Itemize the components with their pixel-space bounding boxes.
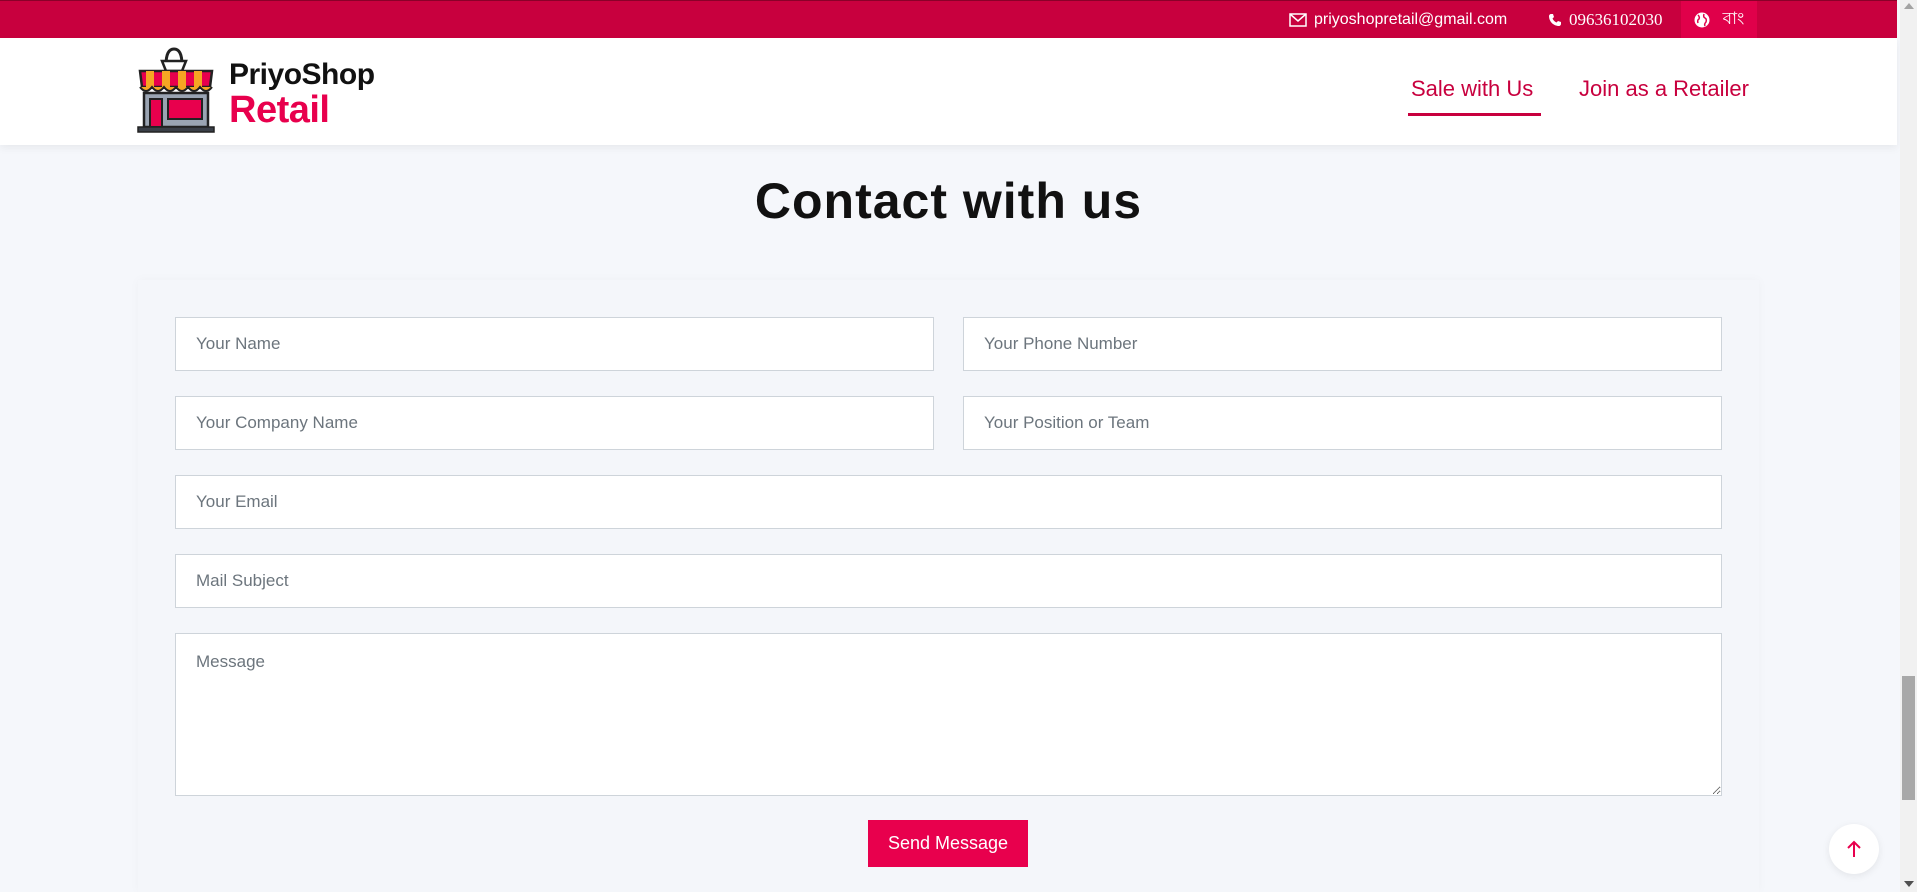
site-logo[interactable]: PriyoShop Retail [136, 43, 376, 135]
language-label[interactable]: বাং [1723, 6, 1745, 34]
envelope-icon [1289, 12, 1307, 27]
send-message-button[interactable]: Send Message [868, 820, 1028, 867]
language-toggle[interactable]: বাং [1681, 1, 1757, 38]
scroll-up-arrow-icon[interactable] [1904, 3, 1914, 9]
logo-text-secondary: Retail [229, 89, 330, 131]
arrow-up-icon [1847, 840, 1861, 857]
email-input[interactable] [175, 475, 1722, 529]
phone-input[interactable] [963, 317, 1722, 371]
position-input[interactable] [963, 396, 1722, 450]
top-bar: priyoshopretail@gmail.com 09636102030 বা… [0, 0, 1897, 38]
nav-sale-with-us[interactable]: Sale with Us [1411, 76, 1533, 102]
nav-active-indicator [1408, 113, 1541, 116]
shop-logo-icon [137, 47, 215, 133]
topbar-phone[interactable]: 09636102030 [1548, 1, 1663, 38]
site-header: PriyoShop Retail Sale with Us Join as a … [0, 38, 1897, 145]
company-input[interactable] [175, 396, 934, 450]
topbar-email-text[interactable]: priyoshopretail@gmail.com [1314, 11, 1507, 29]
scrollbar-thumb[interactable] [1902, 676, 1915, 800]
topbar-phone-text[interactable]: 09636102030 [1569, 10, 1663, 30]
topbar-email[interactable]: priyoshopretail@gmail.com [1289, 1, 1507, 38]
scroll-to-top-button[interactable] [1829, 824, 1879, 874]
subject-input[interactable] [175, 554, 1722, 608]
logo-text-primary: PriyoShop [229, 58, 375, 91]
phone-icon [1549, 13, 1561, 26]
page-scrollbar[interactable] [1900, 0, 1917, 892]
globe-icon [1694, 12, 1710, 27]
nav-join-as-retailer[interactable]: Join as a Retailer [1579, 76, 1749, 102]
message-textarea[interactable] [175, 633, 1722, 796]
name-input[interactable] [175, 317, 934, 371]
page-title: Contact with us [754, 173, 1143, 229]
scroll-down-arrow-icon[interactable] [1904, 881, 1914, 887]
